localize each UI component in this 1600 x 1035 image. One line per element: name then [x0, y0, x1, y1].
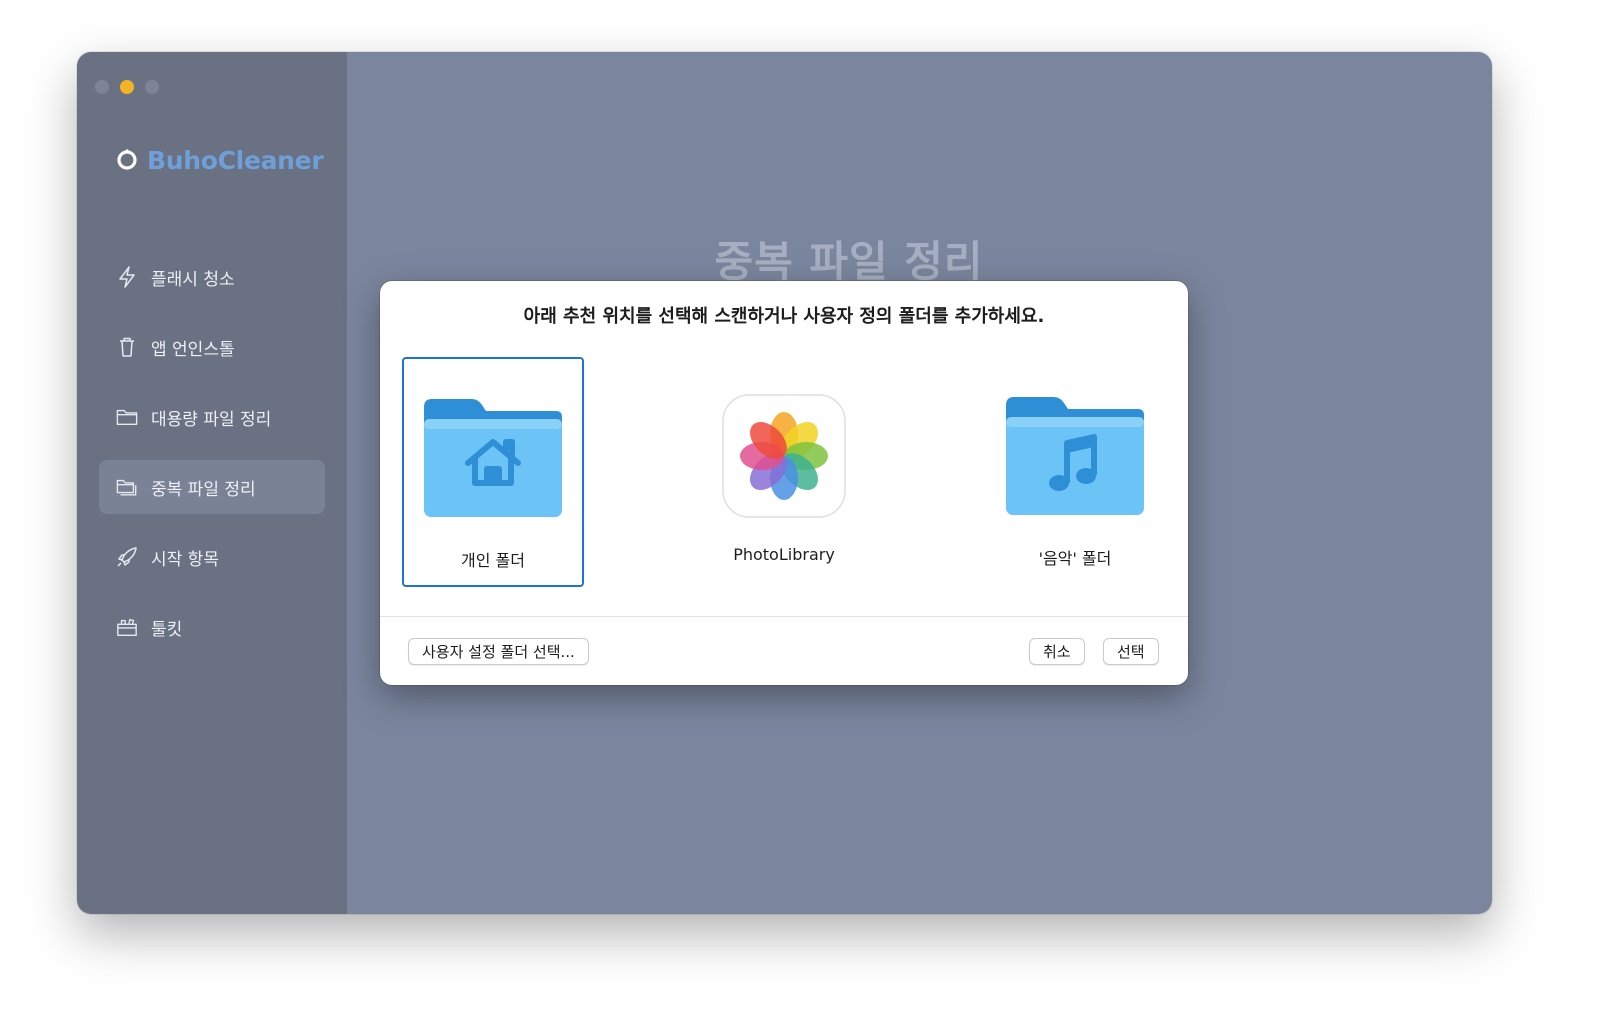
sidebar-item-toolkit[interactable]: 툴킷 — [99, 600, 325, 654]
option-home-folder[interactable]: 개인 폴더 — [402, 357, 584, 587]
app-name: BuhoCleaner — [147, 146, 324, 175]
sidebar-item-label: 앱 언인스톨 — [151, 339, 235, 360]
folder-icon — [116, 406, 138, 428]
home-folder-icon — [420, 395, 566, 525]
window-controls — [95, 80, 159, 94]
dialog-divider — [380, 616, 1188, 617]
sidebar-item-startup-items[interactable]: 시작 항목 — [99, 530, 325, 584]
sidebar-item-label: 중복 파일 정리 — [151, 479, 256, 500]
duplicate-folder-icon — [116, 476, 138, 498]
brand: BuhoCleaner — [115, 146, 324, 175]
page-title: 중복 파일 정리 — [714, 237, 984, 286]
sidebar-item-label: 대용량 파일 정리 — [151, 409, 272, 430]
option-music-folder[interactable]: '음악' 폴더 — [984, 357, 1166, 587]
sidebar-item-label: 시작 항목 — [151, 549, 219, 570]
trash-icon — [116, 336, 138, 358]
choose-custom-folder-button[interactable]: 사용자 설정 폴더 선택... — [408, 638, 589, 665]
zoom-button[interactable] — [145, 80, 159, 94]
sidebar-item-flash-clean[interactable]: 플래시 청소 — [99, 250, 325, 304]
folder-picker-dialog: 아래 추천 위치를 선택해 스캔하거나 사용자 정의 폴더를 추가하세요. 개인… — [380, 281, 1188, 685]
select-button[interactable]: 선택 — [1103, 638, 1159, 665]
option-label: '음악' 폴더 — [1038, 549, 1112, 568]
sidebar-nav: 플래시 청소 앱 언인스톨 대용량 파일 정리 중복 파일 정리 시작 항목 툴… — [99, 250, 325, 670]
photos-app-icon — [721, 393, 847, 523]
minimize-button[interactable] — [120, 80, 134, 94]
sidebar-item-app-uninstall[interactable]: 앱 언인스톨 — [99, 320, 325, 374]
sidebar-item-label: 플래시 청소 — [151, 269, 235, 290]
option-label: PhotoLibrary — [733, 545, 835, 564]
dialog-message: 아래 추천 위치를 선택해 스캔하거나 사용자 정의 폴더를 추가하세요. — [523, 306, 1045, 327]
close-button[interactable] — [95, 80, 109, 94]
sidebar-item-duplicate-files[interactable]: 중복 파일 정리 — [99, 460, 325, 514]
lightning-icon — [116, 266, 138, 288]
cancel-button[interactable]: 취소 — [1029, 638, 1085, 665]
option-label: 개인 폴더 — [461, 551, 525, 570]
sidebar-item-label: 툴킷 — [151, 619, 183, 640]
music-folder-icon — [1002, 393, 1148, 523]
option-photo-library[interactable]: PhotoLibrary — [693, 357, 875, 587]
buho-logo-icon — [115, 147, 139, 175]
toolbox-icon — [116, 616, 138, 638]
sidebar-item-large-files[interactable]: 대용량 파일 정리 — [99, 390, 325, 444]
sidebar: BuhoCleaner 플래시 청소 앱 언인스톨 대용량 파일 정리 중복 파… — [77, 52, 347, 914]
rocket-icon — [116, 546, 138, 568]
